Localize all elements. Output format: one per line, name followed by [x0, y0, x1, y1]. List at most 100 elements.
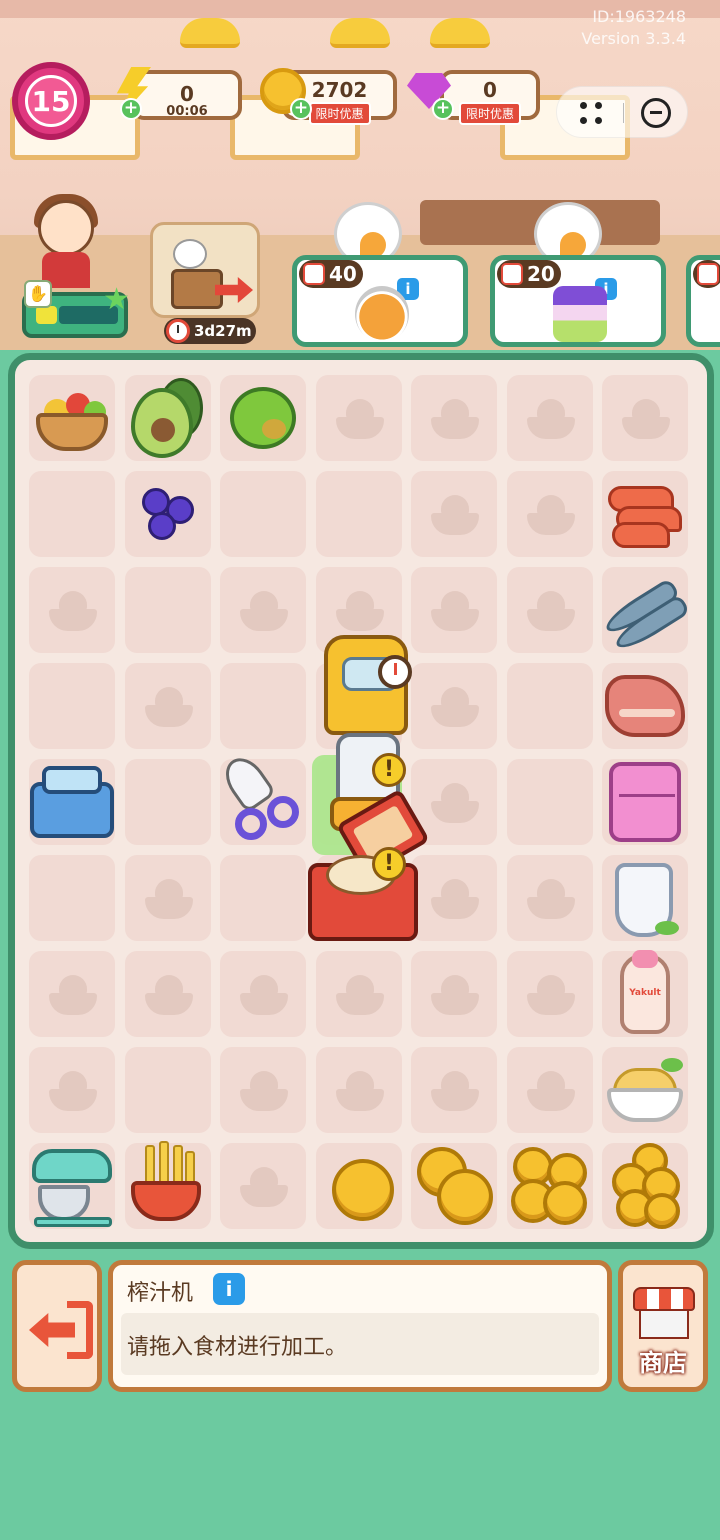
ceiling-lamp-icon — [430, 18, 490, 48]
gems-value: 0 — [483, 78, 497, 102]
board-cell[interactable] — [124, 759, 211, 845]
board-cell[interactable] — [506, 759, 593, 845]
scissors-icon[interactable] — [216, 750, 310, 849]
fries-icon[interactable] — [121, 1139, 215, 1233]
add-coins-icon[interactable]: + — [290, 98, 312, 120]
reward-icon — [303, 263, 325, 285]
board-cell[interactable] — [411, 1047, 497, 1133]
board-cell[interactable] — [220, 471, 306, 557]
board-cell[interactable] — [124, 855, 211, 941]
apple-icon[interactable] — [216, 371, 310, 465]
board-cell[interactable] — [220, 663, 306, 749]
board-cell[interactable] — [506, 951, 593, 1037]
board-cell[interactable] — [411, 951, 497, 1037]
exit-icon — [29, 1301, 93, 1359]
version-text: Version 3.3.4 — [581, 29, 686, 48]
board-cell[interactable] — [29, 855, 115, 941]
chef-face — [38, 200, 94, 256]
order-card[interactable]: 20 i — [490, 255, 666, 347]
duck-chef-icon — [173, 239, 207, 269]
board-cell[interactable] — [29, 471, 115, 557]
board-cell[interactable] — [506, 567, 593, 653]
board-cell[interactable] — [29, 663, 115, 749]
timer-clock-icon — [378, 655, 412, 689]
board-cell[interactable] — [506, 1047, 593, 1133]
ceiling-lamp-icon — [330, 18, 390, 48]
order-reward: 40 — [299, 260, 363, 288]
board-cell[interactable] — [411, 471, 497, 557]
board-cell[interactable] — [220, 951, 306, 1037]
star-icon: ★ — [103, 282, 130, 317]
shop-label: 商店 — [639, 1349, 687, 1377]
clock-icon — [166, 319, 190, 343]
order-reward-value: 20 — [527, 262, 555, 286]
board-cell[interactable] — [124, 567, 211, 653]
blueberries-icon[interactable] — [121, 467, 215, 561]
more-menu-icon[interactable] — [577, 99, 605, 127]
board-cell[interactable] — [315, 375, 402, 461]
board-cell[interactable] — [29, 951, 115, 1037]
avocado-icon[interactable] — [121, 371, 215, 465]
board-cell[interactable] — [29, 1047, 115, 1133]
coin-1-icon[interactable] — [312, 1139, 406, 1233]
kitchen-machines[interactable]: ! ! — [300, 625, 431, 955]
reward-icon — [697, 263, 719, 285]
board-cell[interactable] — [315, 471, 402, 557]
board-cell[interactable] — [220, 855, 306, 941]
board-cell[interactable] — [29, 567, 115, 653]
fridge-icon[interactable] — [598, 755, 692, 849]
add-energy-icon[interactable]: + — [120, 98, 142, 120]
capsule-divider — [623, 103, 624, 123]
board-cell[interactable] — [411, 375, 497, 461]
chef-character[interactable] — [20, 190, 110, 290]
coins-offer-tag[interactable]: 限时优惠 — [308, 102, 371, 125]
board-cell[interactable] — [220, 567, 306, 653]
board-cell[interactable] — [315, 1047, 402, 1133]
pasta-bowl-icon[interactable] — [598, 1043, 692, 1137]
player-id: ID:1963248 — [592, 7, 686, 26]
fruit-basket-icon[interactable] — [25, 371, 119, 465]
event-timer: 3d27m — [164, 318, 256, 344]
order-reward — [693, 260, 720, 288]
board-cell[interactable] — [506, 471, 593, 557]
board-cell[interactable] — [124, 1047, 211, 1133]
thumbs-up-icon: ✋ — [24, 280, 52, 308]
coin-2-icon[interactable] — [407, 1139, 501, 1233]
coin-4-icon[interactable] — [598, 1139, 692, 1233]
board-cell[interactable] — [506, 855, 593, 941]
reward-icon — [501, 263, 523, 285]
shrimp-icon[interactable] — [598, 467, 692, 561]
board-cell[interactable] — [506, 375, 593, 461]
order-card-partial[interactable] — [686, 255, 720, 347]
orange-juice-icon — [355, 286, 409, 342]
meat-icon[interactable] — [598, 659, 692, 753]
shop-button[interactable]: 商店 — [618, 1260, 708, 1392]
board-cell[interactable] — [124, 951, 211, 1037]
gems-pill[interactable]: 0 限时优惠 — [440, 70, 540, 125]
board-cell[interactable] — [315, 951, 402, 1037]
order-reward-value: 40 — [329, 262, 357, 286]
order-card[interactable]: 40 i — [292, 255, 468, 347]
mini-program-capsule — [556, 86, 688, 138]
level-badge[interactable]: 15 — [12, 62, 90, 140]
exit-button[interactable] — [12, 1260, 102, 1392]
minimize-icon[interactable] — [641, 98, 671, 128]
coin-3-icon[interactable] — [503, 1139, 597, 1233]
yakult-icon[interactable]: Yakult — [598, 947, 692, 1041]
item-info-icon[interactable]: i — [213, 1273, 245, 1305]
board-cell[interactable] — [124, 663, 211, 749]
fish-icon[interactable] — [598, 563, 692, 657]
board-cell[interactable] — [602, 375, 688, 461]
stand-mixer-icon[interactable] — [25, 1139, 119, 1233]
milk-jug-icon[interactable] — [598, 851, 692, 945]
event-timer-text: 3d27m — [194, 322, 252, 340]
board-cell[interactable] — [506, 663, 593, 749]
yakult-label: Yakult — [629, 988, 661, 998]
event-button[interactable] — [150, 222, 260, 318]
ice-maker-icon[interactable] — [25, 755, 119, 849]
alert-icon: ! — [372, 753, 406, 787]
board-cell[interactable] — [220, 1143, 306, 1229]
gems-offer-tag[interactable]: 限时优惠 — [458, 102, 522, 125]
add-gems-icon[interactable]: + — [432, 98, 454, 120]
board-cell[interactable] — [220, 1047, 306, 1133]
